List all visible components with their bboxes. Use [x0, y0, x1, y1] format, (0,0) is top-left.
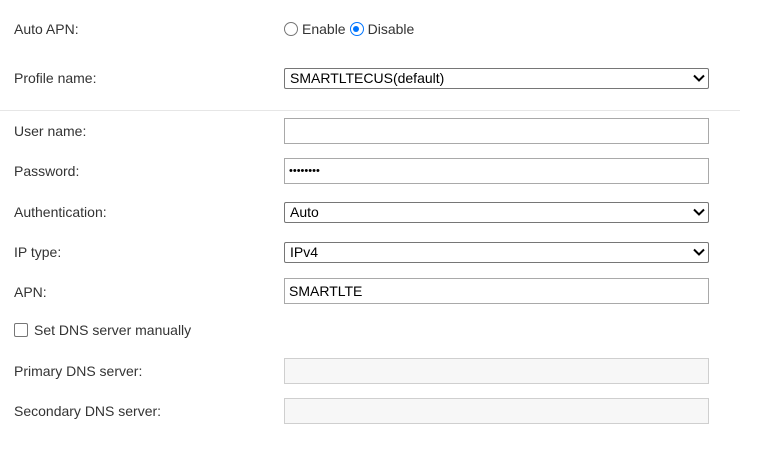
- password-input[interactable]: ••••••••: [284, 158, 709, 184]
- user-name-input[interactable]: [284, 118, 709, 144]
- profile-name-select[interactable]: SMARTLTECUS(default): [284, 68, 709, 89]
- primary-dns-input[interactable]: [284, 358, 709, 384]
- auto-apn-radio-group: Enable Disable: [284, 20, 418, 38]
- auto-apn-enable-radio[interactable]: [284, 22, 298, 36]
- dns-manual-row: Set DNS server manually: [14, 322, 191, 338]
- profile-name-value: SMARTLTECUS(default): [290, 70, 445, 86]
- section-divider: [0, 110, 740, 111]
- primary-dns-label: Primary DNS server:: [14, 363, 143, 379]
- dns-manual-label[interactable]: Set DNS server manually: [34, 322, 191, 338]
- auto-apn-disable-label[interactable]: Disable: [368, 21, 415, 37]
- secondary-dns-input[interactable]: [284, 398, 709, 424]
- chevron-down-icon: [693, 248, 705, 256]
- authentication-value: Auto: [290, 204, 319, 220]
- secondary-dns-label: Secondary DNS server:: [14, 403, 162, 419]
- apn-settings-form: Auto APN: Enable Disable Profile name: S…: [0, 0, 759, 449]
- user-name-label: User name:: [14, 123, 87, 139]
- apn-label: APN:: [14, 284, 47, 300]
- profile-name-label: Profile name:: [14, 70, 97, 86]
- authentication-label: Authentication:: [14, 204, 107, 220]
- dns-manual-checkbox[interactable]: [14, 323, 28, 337]
- auto-apn-label: Auto APN:: [14, 21, 79, 37]
- ip-type-label: IP type:: [14, 244, 62, 260]
- chevron-down-icon: [693, 208, 705, 216]
- ip-type-select[interactable]: IPv4: [284, 242, 709, 263]
- ip-type-value: IPv4: [290, 244, 319, 260]
- auto-apn-disable-radio[interactable]: [349, 22, 364, 36]
- chevron-down-icon: [693, 74, 705, 82]
- apn-input[interactable]: SMARTLTE: [284, 278, 709, 304]
- authentication-select[interactable]: Auto: [284, 202, 709, 223]
- auto-apn-enable-label[interactable]: Enable: [302, 21, 346, 37]
- password-label: Password:: [14, 163, 80, 179]
